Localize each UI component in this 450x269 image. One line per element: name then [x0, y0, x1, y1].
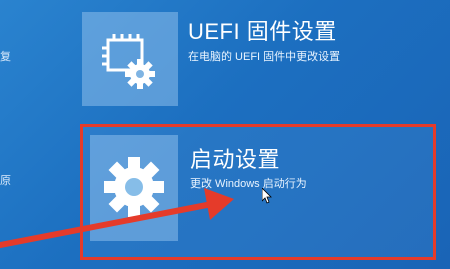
uefi-tile[interactable]: [82, 12, 178, 106]
uefi-description: 在电脑的 UEFI 固件中更改设置: [188, 51, 341, 63]
startup-tile[interactable]: [90, 135, 178, 241]
startup-title[interactable]: 启动设置: [190, 142, 280, 174]
sidebar-partial-text-bottom: 原: [0, 175, 11, 187]
sidebar-partial-text-top: 复: [0, 51, 11, 63]
chip-gear-icon: [102, 34, 155, 89]
startup-description: 更改 Windows 启动行为: [190, 178, 307, 190]
mouse-cursor-icon: [262, 188, 272, 204]
uefi-title[interactable]: UEFI 固件设置: [188, 14, 337, 46]
gear-icon: [104, 157, 164, 217]
